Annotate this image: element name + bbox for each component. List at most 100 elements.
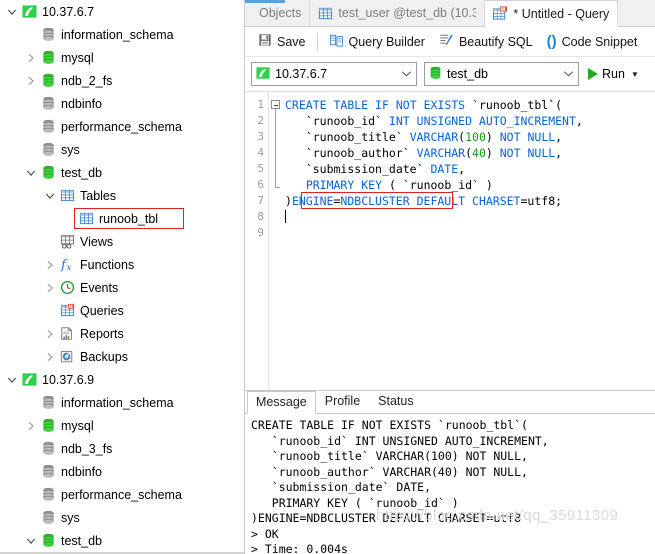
- run-label: Run: [602, 67, 625, 81]
- database-green-icon: [39, 165, 57, 181]
- tree-item-performance-schema[interactable]: performance_schema: [0, 483, 244, 506]
- query-icon: [493, 6, 508, 21]
- chevron-down-icon[interactable]: [23, 533, 39, 549]
- tree-item-mysql[interactable]: mysql: [0, 414, 244, 437]
- tree-item-10-37-6-7[interactable]: 10.37.6.7: [0, 0, 244, 23]
- connection-bar[interactable]: 10.37.6.7 test_db Run ▼: [245, 57, 655, 91]
- table-icon: [77, 211, 95, 227]
- object-tree-panel[interactable]: 10.37.6.7 information_schema mysql ndb_2_fs…: [0, 0, 245, 554]
- tree-item-information-schema[interactable]: information_schema: [0, 23, 244, 46]
- line-number-gutter: 1 2 3 4 5 6 7 8 9: [245, 92, 269, 390]
- result-tab-status[interactable]: Status: [369, 390, 422, 413]
- database-green-icon: [39, 73, 57, 89]
- line-number: 7: [257, 194, 264, 207]
- result-tab-bar[interactable]: Message Profile Status: [245, 391, 655, 414]
- tree-item-tables[interactable]: Tables: [0, 184, 244, 207]
- table-icon: [318, 6, 333, 21]
- result-tab-message[interactable]: Message: [247, 391, 316, 414]
- tree-item-sys[interactable]: sys: [0, 138, 244, 161]
- chevron-right-icon[interactable]: [42, 257, 58, 273]
- tree-item-mysql[interactable]: mysql: [0, 46, 244, 69]
- database-green-icon: [39, 50, 57, 66]
- database-grey-icon: [39, 96, 57, 112]
- tree-item-test-db[interactable]: test_db: [0, 529, 244, 552]
- chevron-right-icon[interactable]: [42, 326, 58, 342]
- chevron-right-icon[interactable]: [23, 73, 39, 89]
- functions-icon: fx: [58, 257, 76, 273]
- navicat-window: 10.37.6.7 information_schema mysql ndb_2_fs…: [0, 0, 655, 554]
- line-number: 2: [257, 114, 264, 127]
- chevron-right-icon[interactable]: [23, 418, 39, 434]
- tables-icon: [58, 188, 76, 204]
- database-select[interactable]: test_db: [424, 62, 579, 86]
- tree-item-ndbinfo[interactable]: ndbinfo: [0, 460, 244, 483]
- code-line: )ENGINE=NDBCLUSTER DEFAULT CHARSET=utf8;: [285, 194, 563, 208]
- sql-code-area[interactable]: CREATE TABLE IF NOT EXISTS `runoob_tbl`(…: [285, 92, 655, 390]
- tab-label: Objects: [259, 6, 302, 20]
- chevron-down-icon[interactable]: [559, 69, 574, 80]
- database-green-icon: [39, 418, 57, 434]
- tree-item-queries[interactable]: Queries: [0, 299, 244, 322]
- connection-select[interactable]: 10.37.6.7: [251, 62, 417, 86]
- code-snippet-button[interactable]: () Code Snippet: [540, 32, 645, 51]
- tree-item-label: ndbinfo: [61, 464, 103, 479]
- fold-toggle-icon[interactable]: [271, 100, 280, 109]
- tree-item-ndb-3-fs[interactable]: ndb_3_fs: [0, 437, 244, 460]
- tree-item-performance-schema[interactable]: performance_schema: [0, 115, 244, 138]
- tree-item-backups[interactable]: Backups: [0, 345, 244, 368]
- tree-item-sys[interactable]: sys: [0, 506, 244, 529]
- tree-item-functions[interactable]: f x Functions: [0, 253, 244, 276]
- chevron-right-icon[interactable]: [23, 50, 39, 66]
- tree-item-ndbinfo[interactable]: ndbinfo: [0, 92, 244, 115]
- tree-item-views[interactable]: Views: [0, 230, 244, 253]
- chevron-right-icon[interactable]: [42, 349, 58, 365]
- tree-item-reports[interactable]: Reports: [0, 322, 244, 345]
- message-output: CREATE TABLE IF NOT EXISTS `runoob_tbl`(…: [251, 418, 549, 554]
- chevron-right-icon[interactable]: [42, 280, 58, 296]
- code-snippet-icon: (): [546, 33, 557, 50]
- save-icon: [258, 33, 272, 50]
- chevron-down-icon[interactable]: [42, 188, 58, 204]
- result-tab-profile[interactable]: Profile: [316, 390, 369, 413]
- database-grey-icon: [39, 510, 57, 526]
- chevron-down-icon[interactable]: [397, 69, 412, 80]
- caret-down-icon[interactable]: ▼: [631, 70, 639, 79]
- sql-editor[interactable]: 1 2 3 4 5 6 7 8 9 CREATE TABLE IF NOT EXISTS `ru…: [245, 91, 655, 390]
- database-value: test_db: [447, 67, 489, 81]
- connection-icon: [256, 66, 270, 83]
- save-label: Save: [277, 34, 306, 49]
- code-fold-column[interactable]: [269, 92, 285, 390]
- tree-item-ndb-2-fs[interactable]: ndb_2_fs: [0, 69, 244, 92]
- tree-item-label: information_schema: [61, 395, 174, 410]
- database-grey-icon: [39, 27, 57, 43]
- tree-item-label: Tables: [80, 188, 117, 203]
- tree-item-10-37-6-9[interactable]: 10.37.6.9: [0, 368, 244, 391]
- line-number: 9: [257, 226, 264, 239]
- tree-item-label: test_db: [61, 533, 103, 548]
- tab-test-user-test-db-10-37-6[interactable]: test_user @test_db (10.37.6....: [310, 0, 486, 26]
- chevron-down-icon[interactable]: [23, 165, 39, 181]
- run-button[interactable]: Run ▼: [586, 65, 641, 83]
- chevron-down-icon[interactable]: [4, 372, 20, 388]
- tree-item-test-db[interactable]: test_db: [0, 161, 244, 184]
- save-button[interactable]: Save: [251, 31, 313, 52]
- query-builder-button[interactable]: Query Builder: [322, 31, 432, 52]
- tree-item-events[interactable]: Events: [0, 276, 244, 299]
- query-builder-icon: [329, 33, 344, 50]
- query-toolbar[interactable]: Save Query Builder Beautify SQL () Code …: [245, 27, 655, 57]
- tab-untitled-query[interactable]: * Untitled - Query: [485, 0, 619, 27]
- tree-item-runoob-tbl[interactable]: runoob_tbl: [0, 207, 244, 230]
- toolbar-separator: [316, 32, 318, 51]
- beautify-sql-button[interactable]: Beautify SQL: [432, 31, 540, 52]
- chevron-down-icon[interactable]: [4, 4, 20, 20]
- tab-objects[interactable]: Objects: [245, 0, 311, 26]
- tree-item-information-schema[interactable]: information_schema: [0, 391, 244, 414]
- editor-tab-bar[interactable]: Objects test_user @test_db (10.37.6.... * …: [245, 0, 655, 27]
